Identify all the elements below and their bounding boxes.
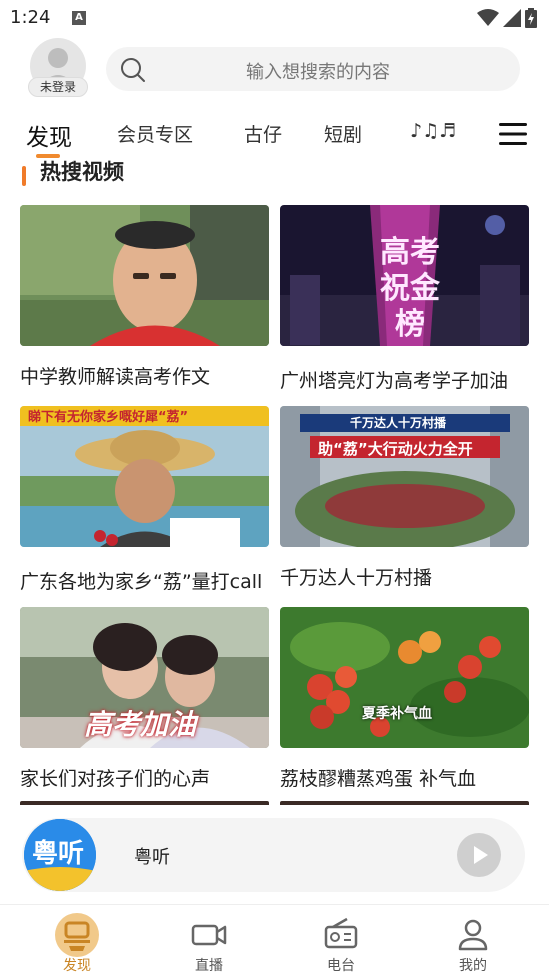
yue-logo-icon [55,913,99,957]
play-button[interactable] [457,833,501,877]
login-badge[interactable]: 未登录 [28,77,88,97]
video-title: 家长们对孩子们的心声 [20,768,211,790]
thumbnail-overlay-text: 高考 祝金榜 [380,235,440,342]
search-input[interactable]: 输入想搜索的内容 [106,47,520,91]
nav-label: 我的 [459,958,487,974]
thumbnail-overlay-text: 睇下有无你家乡嘅好犀“荔” [28,410,189,425]
video-title: 广东各地为家乡“荔”量打call [20,571,263,593]
video-title: 中学教师解读高考作文 [20,366,211,388]
player-logo-text: 粤听 [32,839,85,869]
video-card[interactable]: 睇下有无你家乡嘅好犀“荔” 广东各地为家乡“荔”量打call [20,406,269,594]
video-thumbnail[interactable]: 千万达人十万村播 助“荔”大行动火力全开 [280,406,529,547]
header: 未登录 输入想搜索的内容 [0,36,549,108]
play-icon [474,846,488,864]
signal-icon [503,9,521,27]
notification-icon: A [72,11,86,25]
bottom-navigation: 发现 直播 电台 我的 [0,904,549,976]
video-thumbnail[interactable]: 睇下有无你家乡嘅好犀“荔” [20,406,269,547]
section-accent-bar [22,166,26,186]
status-bar: 1:24 A [0,0,549,36]
tab-stories[interactable]: 古仔 [244,120,282,147]
thumbnail-overlay-subtext: 助“荔”大行动火力全开 [318,440,473,458]
video-card[interactable]: 夏季补气血 荔枝醪糟蒸鸡蛋 补气血 [280,607,529,791]
mini-player[interactable]: 粤听 粤听 [22,818,525,892]
thumbnail-overlay-text: 千万达人十万村播 [350,416,447,430]
video-thumbnail[interactable]: 高考加油 [20,607,269,748]
video-thumbnail[interactable]: 高考 祝金榜 [280,205,529,346]
video-title: 荔枝醪糟蒸鸡蛋 补气血 [280,768,477,790]
nav-radio[interactable]: 电台 [296,905,386,976]
search-placeholder: 输入想搜索的内容 [246,62,390,83]
nav-live[interactable]: 直播 [164,905,254,976]
player-logo[interactable]: 粤听 [24,819,96,891]
nav-label: 发现 [63,958,91,974]
nav-profile[interactable]: 我的 [428,905,518,976]
video-card-peek [20,801,269,805]
wifi-icon [477,9,499,26]
tab-discover[interactable]: 发现 [26,118,72,152]
video-card-peek [280,801,529,805]
nav-discover[interactable]: 发现 [32,905,122,976]
thumbnail-overlay-text: 高考加油 [84,708,197,741]
video-card[interactable]: 千万达人十万村播 助“荔”大行动火力全开 千万达人十万村播 [280,406,529,590]
battery-icon [525,8,537,28]
active-tab-indicator [36,154,60,158]
video-card[interactable]: 高考加油 家长们对孩子们的心声 [20,607,269,791]
nav-label: 电台 [327,958,355,974]
video-thumbnail[interactable] [20,205,269,346]
nav-label: 直播 [195,958,223,974]
video-title: 千万达人十万村播 [280,567,433,589]
tab-music[interactable]: ♪♫♬ [410,120,456,142]
user-icon [458,919,488,951]
video-card[interactable]: 中学教师解读高考作文 [20,205,269,389]
section-header: 热搜视频 [0,160,549,188]
radio-icon [324,917,358,949]
status-time: 1:24 [10,7,51,28]
video-card[interactable]: 高考 祝金榜 广州塔亮灯为高考学子加油 [280,205,529,393]
video-title: 广州塔亮灯为高考学子加油 [280,370,509,392]
thumbnail-overlay-text: 夏季补气血 [362,706,432,722]
player-title: 粤听 [134,847,170,868]
menu-icon[interactable] [498,122,528,146]
video-thumbnail[interactable]: 夏季补气血 [280,607,529,748]
status-icons [477,8,537,28]
video-camera-icon [191,924,227,946]
tab-member-zone[interactable]: 会员专区 [117,120,193,147]
tab-short-drama[interactable]: 短剧 [324,120,362,147]
section-title: 热搜视频 [40,160,124,184]
category-tabs: 发现 会员专区 古仔 短剧 ♪♫♬ [0,110,549,160]
